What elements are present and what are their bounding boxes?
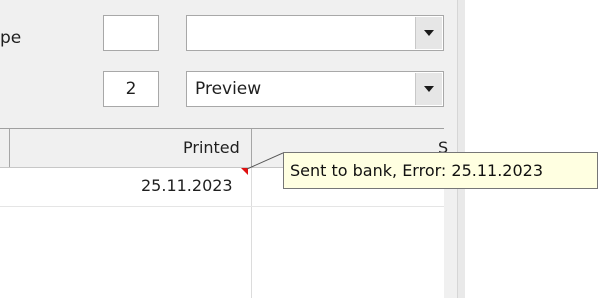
chevron-down-icon (424, 30, 434, 36)
output-combobox-dropdown-button[interactable] (415, 73, 442, 105)
type-combobox[interactable] (186, 15, 444, 51)
chevron-down-icon (424, 86, 434, 92)
output-combobox[interactable]: Preview (186, 71, 444, 107)
cell-printed[interactable]: 25.11.2023 (141, 167, 233, 205)
column-header-printed[interactable]: Printed (183, 129, 240, 167)
header-separator[interactable] (9, 129, 10, 167)
type-label: pe (0, 28, 22, 48)
dialog-window: pe 2 Preview Printed S 25.11.2023 (0, 0, 465, 298)
code-input-2[interactable]: 2 (103, 71, 159, 107)
row-divider (0, 206, 444, 207)
output-combobox-value: Preview (195, 79, 262, 99)
code-input-1[interactable] (103, 15, 159, 51)
window-border (457, 0, 465, 298)
tooltip-pointer (247, 152, 283, 170)
type-combobox-dropdown-button[interactable] (415, 17, 442, 49)
cell-comment-tooltip: Sent to bank, Error: 25.11.2023 (283, 152, 598, 189)
